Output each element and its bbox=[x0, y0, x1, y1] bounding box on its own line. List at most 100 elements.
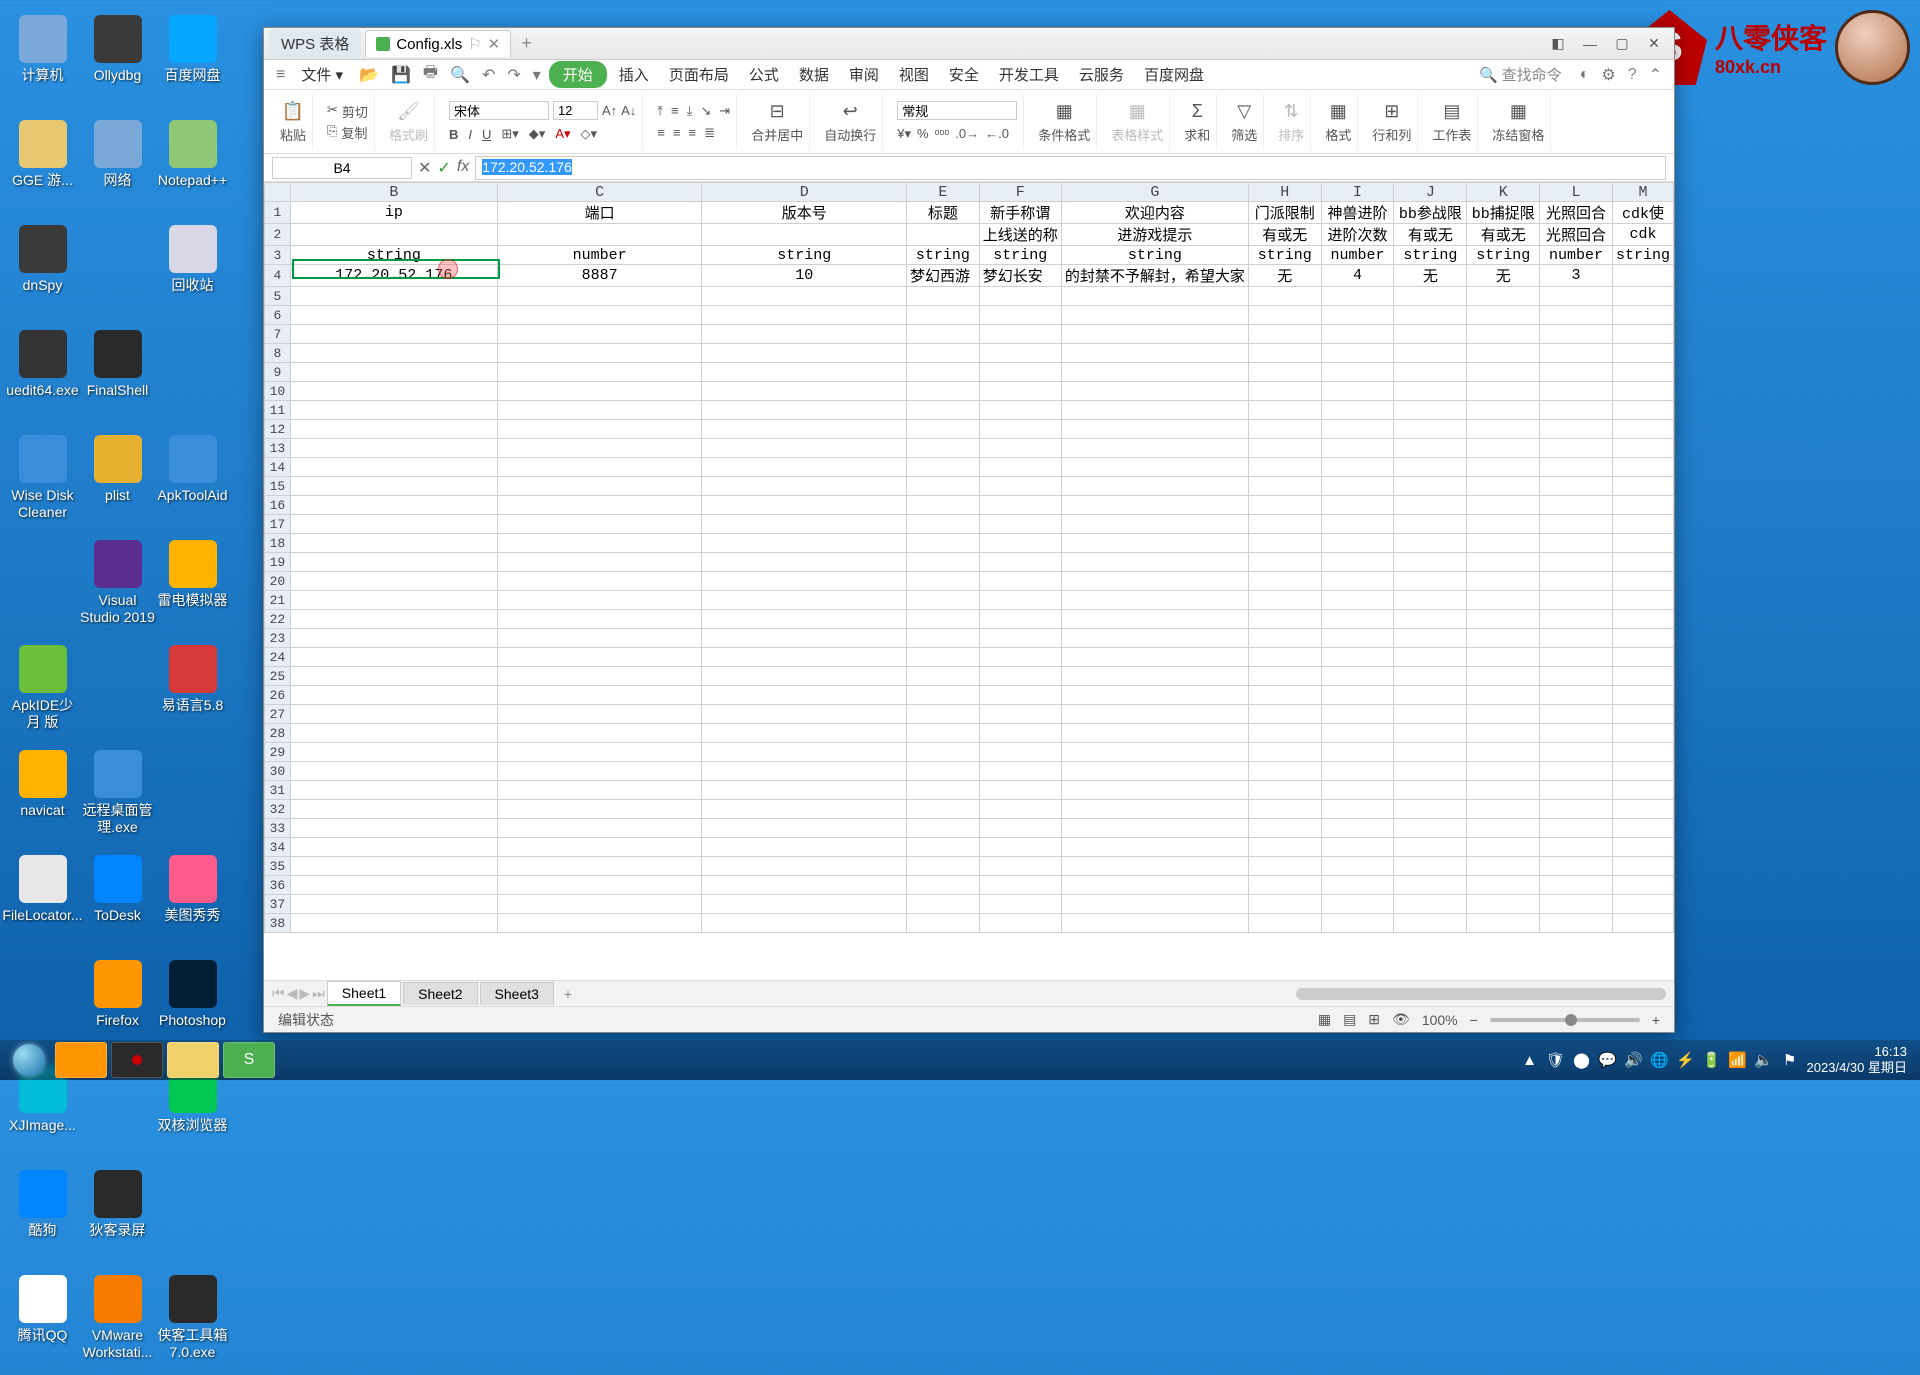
cell[interactable] bbox=[1394, 648, 1467, 667]
desktop-icon[interactable]: 雷电模拟器 bbox=[155, 535, 230, 640]
row-header[interactable]: 23 bbox=[265, 629, 291, 648]
cell[interactable]: 有或无 bbox=[1394, 224, 1467, 246]
tray-icon[interactable]: 🔋 bbox=[1703, 1051, 1721, 1069]
cell[interactable] bbox=[979, 325, 1061, 344]
cell[interactable] bbox=[1248, 819, 1321, 838]
cell[interactable] bbox=[1540, 838, 1613, 857]
cell[interactable] bbox=[1467, 477, 1540, 496]
cell[interactable] bbox=[979, 534, 1061, 553]
cell[interactable]: 新手称谓 bbox=[979, 202, 1061, 224]
cell[interactable] bbox=[290, 800, 497, 819]
col-header[interactable]: C bbox=[497, 183, 702, 202]
cell[interactable]: 欢迎内容 bbox=[1061, 202, 1248, 224]
cell[interactable] bbox=[1248, 401, 1321, 420]
cell[interactable] bbox=[497, 743, 702, 762]
cell[interactable] bbox=[497, 496, 702, 515]
cell[interactable] bbox=[1248, 876, 1321, 895]
cell[interactable] bbox=[979, 591, 1061, 610]
cell[interactable] bbox=[1394, 515, 1467, 534]
sheet-tab-1[interactable]: Sheet1 bbox=[327, 981, 401, 1006]
desktop-icon[interactable]: 回收站 bbox=[155, 220, 230, 325]
cell[interactable] bbox=[1612, 287, 1673, 306]
cell[interactable]: cdk bbox=[1612, 224, 1673, 246]
row-header[interactable]: 15 bbox=[265, 477, 291, 496]
row-header[interactable]: 6 bbox=[265, 306, 291, 325]
cell[interactable] bbox=[1467, 629, 1540, 648]
cell[interactable] bbox=[1061, 914, 1248, 933]
cell[interactable] bbox=[1321, 838, 1394, 857]
cell[interactable] bbox=[1394, 743, 1467, 762]
cell[interactable] bbox=[907, 838, 980, 857]
cell[interactable]: string bbox=[979, 246, 1061, 265]
zoom-slider[interactable] bbox=[1490, 1018, 1640, 1022]
sheet-nav-prev-icon[interactable]: ◀ bbox=[287, 985, 298, 1002]
app-tab[interactable]: WPS 表格 bbox=[269, 29, 361, 58]
grid[interactable]: BCDEFGHIJKLM1ip端口版本号标题新手称谓欢迎内容门派限制神兽进阶bb… bbox=[264, 182, 1674, 980]
underline-button[interactable]: U bbox=[482, 127, 491, 142]
cell[interactable] bbox=[979, 553, 1061, 572]
cell[interactable] bbox=[1321, 591, 1394, 610]
cell[interactable] bbox=[290, 420, 497, 439]
cell[interactable] bbox=[1061, 667, 1248, 686]
row-header[interactable]: 37 bbox=[265, 895, 291, 914]
cell[interactable]: ip bbox=[290, 202, 497, 224]
cell[interactable] bbox=[290, 724, 497, 743]
row-header[interactable]: 14 bbox=[265, 458, 291, 477]
cell[interactable] bbox=[1540, 420, 1613, 439]
taskbar-firefox[interactable] bbox=[55, 1042, 107, 1078]
cell[interactable] bbox=[1321, 344, 1394, 363]
clear-format-button[interactable]: ◇▾ bbox=[581, 126, 598, 142]
cell[interactable] bbox=[1612, 306, 1673, 325]
cell[interactable] bbox=[1321, 743, 1394, 762]
cell[interactable] bbox=[1467, 458, 1540, 477]
cell[interactable] bbox=[290, 439, 497, 458]
cell[interactable] bbox=[907, 876, 980, 895]
cell[interactable] bbox=[1467, 895, 1540, 914]
cell[interactable]: cdk使 bbox=[1612, 202, 1673, 224]
cell[interactable] bbox=[290, 914, 497, 933]
cell[interactable] bbox=[290, 534, 497, 553]
cell[interactable] bbox=[979, 458, 1061, 477]
cell[interactable] bbox=[702, 724, 907, 743]
cell[interactable] bbox=[497, 876, 702, 895]
cell[interactable]: 进阶次数 bbox=[1321, 224, 1394, 246]
row-header[interactable]: 3 bbox=[265, 246, 291, 265]
cell[interactable] bbox=[1321, 686, 1394, 705]
cell[interactable] bbox=[907, 743, 980, 762]
cell[interactable] bbox=[497, 363, 702, 382]
sheet-icon[interactable]: ▤ bbox=[1440, 99, 1464, 123]
cell[interactable] bbox=[702, 762, 907, 781]
cell[interactable] bbox=[907, 629, 980, 648]
cell[interactable] bbox=[1612, 762, 1673, 781]
desktop-icon[interactable]: uedit64.exe bbox=[5, 325, 80, 430]
cell[interactable] bbox=[702, 382, 907, 401]
cell[interactable] bbox=[907, 648, 980, 667]
cell[interactable] bbox=[1321, 325, 1394, 344]
cell[interactable] bbox=[1540, 819, 1613, 838]
align-right-icon[interactable]: ≡ bbox=[688, 125, 696, 141]
cell[interactable] bbox=[497, 515, 702, 534]
cell[interactable] bbox=[1061, 610, 1248, 629]
cell[interactable] bbox=[1612, 648, 1673, 667]
currency-icon[interactable]: ¥▾ bbox=[897, 126, 911, 142]
cell[interactable] bbox=[1248, 515, 1321, 534]
cell[interactable] bbox=[907, 610, 980, 629]
cell[interactable] bbox=[1540, 306, 1613, 325]
cell[interactable] bbox=[1248, 724, 1321, 743]
cell[interactable] bbox=[1612, 781, 1673, 800]
cell[interactable] bbox=[1321, 781, 1394, 800]
cell[interactable] bbox=[1321, 800, 1394, 819]
cell[interactable] bbox=[290, 325, 497, 344]
cell[interactable] bbox=[907, 224, 980, 246]
cell[interactable] bbox=[1248, 800, 1321, 819]
view-normal-icon[interactable]: ▦ bbox=[1318, 1011, 1331, 1028]
cell[interactable] bbox=[1467, 439, 1540, 458]
cell[interactable] bbox=[1467, 534, 1540, 553]
cell[interactable] bbox=[497, 224, 702, 246]
cell[interactable] bbox=[907, 800, 980, 819]
cell[interactable] bbox=[1061, 477, 1248, 496]
cell[interactable] bbox=[1467, 610, 1540, 629]
cell[interactable] bbox=[1394, 629, 1467, 648]
desktop-icon[interactable]: 侠客工具箱 7.0.exe bbox=[155, 1270, 230, 1375]
cancel-edit-icon[interactable]: ✕ bbox=[418, 158, 431, 178]
